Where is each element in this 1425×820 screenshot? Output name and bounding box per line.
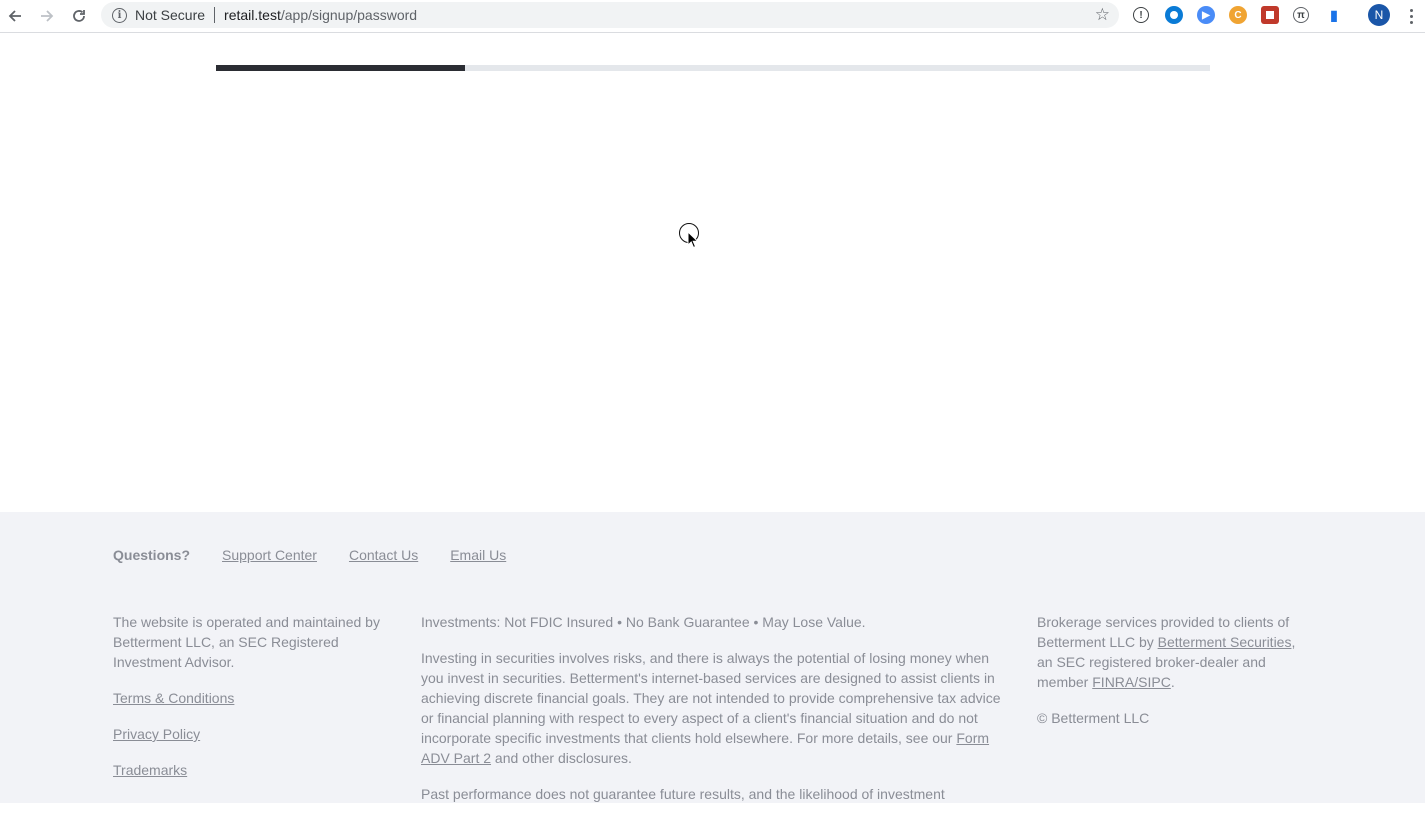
questions-row: Questions? Support Center Contact Us Ema… (113, 545, 538, 565)
risk-text-end: and other disclosures. (494, 750, 632, 766)
copyright-text: © Betterment LLC (1037, 710, 1150, 726)
pi-extension-icon[interactable]: π (1293, 7, 1309, 23)
brokerage-end-text: . (1170, 674, 1175, 690)
footer-column-legal: The website is operated and maintained b… (113, 612, 393, 796)
footer-column-brokerage: Brokerage services provided to clients o… (1037, 612, 1307, 744)
operated-by-text: The website is operated and maintained b… (113, 614, 380, 670)
browser-toolbar: i Not Secure retail.test/app/signup/pass… (0, 0, 1425, 33)
trademarks-link[interactable]: Trademarks (113, 760, 393, 780)
privacy-policy-link[interactable]: Privacy Policy (113, 724, 393, 744)
mouse-cursor-icon (687, 231, 699, 249)
red-extension-icon[interactable] (1261, 6, 1279, 24)
address-divider (214, 7, 216, 23)
profile-avatar[interactable]: N (1368, 4, 1390, 26)
url-host: retail.test (224, 7, 281, 23)
coupon-extension-icon[interactable]: C (1229, 6, 1247, 24)
betterment-securities-link[interactable]: Betterment Securities (1158, 634, 1292, 650)
footer-column-disclosures: Investments: Not FDIC Insured • No Bank … (421, 612, 1005, 820)
site-footer: Questions? Support Center Contact Us Ema… (0, 512, 1425, 803)
back-arrow-icon[interactable] (3, 4, 27, 28)
email-us-link[interactable]: Email Us (450, 545, 506, 565)
reload-icon[interactable] (67, 4, 91, 28)
url-path: /app/signup/password (280, 7, 418, 23)
insurance-disclaimer: Investments: Not FDIC Insured • No Bank … (421, 614, 866, 630)
info-icon[interactable]: i (112, 7, 127, 23)
risk-text: Investing in securities involves risks, … (421, 650, 1001, 746)
signup-progress-bar (216, 65, 1210, 71)
terms-link[interactable]: Terms & Conditions (113, 688, 393, 708)
brokerage-disclosure: Brokerage services provided to clients o… (1037, 612, 1307, 692)
page-extension-icon[interactable]: ▮ (1325, 6, 1343, 24)
bookmark-star-icon[interactable]: ☆ (1095, 5, 1110, 25)
finra-sipc-link[interactable]: FINRA/SIPC (1092, 674, 1171, 690)
circle-extension-icon[interactable] (1165, 6, 1183, 24)
browser-menu-icon[interactable] (1404, 4, 1418, 28)
support-center-link[interactable]: Support Center (222, 545, 317, 565)
security-label: Not Secure (135, 7, 206, 23)
address-bar[interactable]: i Not Secure retail.test/app/signup/pass… (101, 2, 1119, 28)
questions-label: Questions? (113, 547, 191, 563)
url-text[interactable]: retail.test/app/signup/password (224, 7, 417, 23)
password-manager-extension-icon[interactable]: ! (1133, 7, 1149, 23)
forward-arrow-icon[interactable] (35, 4, 59, 28)
past-performance-text: Past performance does not guarantee futu… (421, 786, 945, 802)
video-extension-icon[interactable]: ▶ (1197, 6, 1215, 24)
risk-disclosure: Investing in securities involves risks, … (421, 648, 1005, 768)
signup-progress-fill (216, 65, 465, 71)
contact-us-link[interactable]: Contact Us (349, 545, 418, 565)
